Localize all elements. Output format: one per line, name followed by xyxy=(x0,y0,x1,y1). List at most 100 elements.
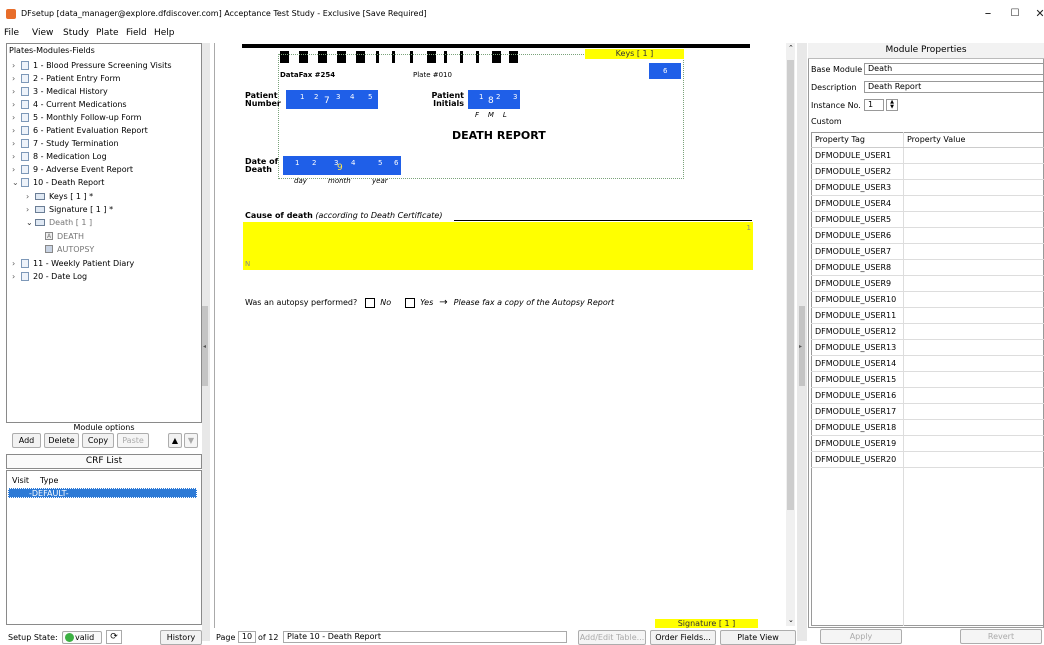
patient-number-field[interactable]: 1 2 7 3 4 5 xyxy=(286,90,378,109)
plate-name-field[interactable]: Plate 10 - Death Report xyxy=(283,631,567,643)
tree-field-autopsy[interactable]: AUTOPSY xyxy=(45,243,94,255)
chevron-down-icon[interactable]: ⌄ xyxy=(26,218,35,227)
chevron-right-icon[interactable]: › xyxy=(12,139,21,148)
delete-button[interactable]: Delete xyxy=(44,433,79,448)
instance-spinner[interactable]: ▲ ▼ xyxy=(886,99,898,111)
menu-view[interactable]: View xyxy=(32,28,53,38)
tree-plate-2[interactable]: › 2 - Patient Entry Form xyxy=(12,72,120,84)
close-button[interactable]: ✕ xyxy=(1030,7,1044,20)
chevron-right-icon[interactable]: › xyxy=(12,126,21,135)
chevron-right-icon[interactable]: › xyxy=(26,205,35,214)
property-row[interactable]: DFMODULE_USER8 xyxy=(811,260,1044,276)
property-row[interactable]: DFMODULE_USER6 xyxy=(811,228,1044,244)
history-button[interactable]: History xyxy=(160,630,202,645)
menu-field[interactable]: Field xyxy=(126,28,147,38)
tree-module-signature[interactable]: › Signature [ 1 ] * xyxy=(26,203,113,215)
tree-plate-11[interactable]: › 11 - Weekly Patient Diary xyxy=(12,257,134,269)
patient-initials-field[interactable]: 1 8 2 3 xyxy=(468,90,520,109)
add-button[interactable]: Add xyxy=(12,433,41,448)
canvas-scroll-thumb[interactable] xyxy=(787,60,794,510)
tree-plate-20[interactable]: › 20 - Date Log xyxy=(12,270,87,282)
valid-status[interactable]: valid xyxy=(62,631,102,644)
date-of-death-field[interactable]: 1 2 3 9 4 5 6 xyxy=(283,156,401,175)
property-row[interactable]: DFMODULE_USER16 xyxy=(811,388,1044,404)
page-number-input[interactable]: 10 xyxy=(238,631,256,643)
tree-plate-9[interactable]: › 9 - Adverse Event Report xyxy=(12,163,133,175)
chevron-down-icon[interactable]: ⌄ xyxy=(12,178,21,187)
property-row[interactable]: DFMODULE_USER14 xyxy=(811,356,1044,372)
tree-plate-8[interactable]: › 8 - Medication Log xyxy=(12,150,107,162)
plate-view-button[interactable]: Plate View xyxy=(720,630,796,645)
tree-field-death[interactable]: A DEATH xyxy=(45,230,84,242)
tree-module-keys[interactable]: › Keys [ 1 ] * xyxy=(26,190,93,202)
property-row[interactable]: DFMODULE_USER19 xyxy=(811,436,1044,452)
copy-button[interactable]: Copy xyxy=(82,433,114,448)
tree-plate-6[interactable]: › 6 - Patient Evaluation Report xyxy=(12,124,148,136)
property-row[interactable]: DFMODULE_USER10 xyxy=(811,292,1044,308)
collapse-left-icon[interactable]: ◂ xyxy=(203,343,206,350)
collapse-right-icon[interactable]: ▸ xyxy=(799,343,802,350)
tree-plate-4[interactable]: › 4 - Current Medications xyxy=(12,98,127,110)
revert-button[interactable]: Revert xyxy=(960,629,1042,644)
tree-plate-10[interactable]: ⌄ 10 - Death Report xyxy=(12,176,104,188)
property-row[interactable]: DFMODULE_USER18 xyxy=(811,420,1044,436)
chevron-right-icon[interactable]: › xyxy=(12,87,21,96)
minimize-button[interactable]: – xyxy=(978,6,998,21)
tree-module-label: Keys [ 1 ] * xyxy=(49,191,94,201)
cause-of-death-field[interactable]: 1 N xyxy=(243,222,753,270)
tree-plate-5[interactable]: › 5 - Monthly Follow-up Form xyxy=(12,111,141,123)
property-row[interactable]: DFMODULE_USER1 xyxy=(811,148,1044,164)
property-row[interactable]: DFMODULE_USER17 xyxy=(811,404,1044,420)
property-row[interactable]: DFMODULE_USER11 xyxy=(811,308,1044,324)
chevron-right-icon[interactable]: › xyxy=(26,192,35,201)
refresh-button[interactable]: ⟳ xyxy=(106,630,122,644)
chevron-right-icon[interactable]: › xyxy=(12,259,21,268)
chevron-right-icon[interactable]: › xyxy=(12,113,21,122)
add-edit-table-button[interactable]: Add/Edit Table... xyxy=(578,630,646,645)
move-down-button[interactable]: ▼ xyxy=(184,433,198,448)
menu-study[interactable]: Study xyxy=(63,28,89,38)
instance-field[interactable]: 1 xyxy=(864,99,884,111)
property-row[interactable]: DFMODULE_USER20 xyxy=(811,452,1044,468)
tree-module-death[interactable]: ⌄ Death [ 1 ] xyxy=(26,216,92,228)
property-row[interactable]: DFMODULE_USER12 xyxy=(811,324,1044,340)
menu-file[interactable]: File xyxy=(4,28,19,38)
no-checkbox[interactable] xyxy=(365,297,376,308)
signature-module-tag[interactable]: Signature [ 1 ] xyxy=(655,619,758,628)
property-row[interactable]: DFMODULE_USER13 xyxy=(811,340,1044,356)
property-row[interactable]: DFMODULE_USER2 xyxy=(811,164,1044,180)
scroll-up-icon[interactable]: ⌃ xyxy=(788,44,794,52)
tree-plate-1[interactable]: › 1 - Blood Pressure Screening Visits xyxy=(12,59,172,71)
property-row[interactable]: DFMODULE_USER5 xyxy=(811,212,1044,228)
property-row[interactable]: DFMODULE_USER9 xyxy=(811,276,1044,292)
tree-plate-3[interactable]: › 3 - Medical History xyxy=(12,85,108,97)
chevron-right-icon[interactable]: › xyxy=(12,74,21,83)
property-row[interactable]: DFMODULE_USER15 xyxy=(811,372,1044,388)
apply-button[interactable]: Apply xyxy=(820,629,902,644)
field-number: 7 xyxy=(324,96,330,106)
description-field[interactable]: Death Report xyxy=(864,81,1044,93)
chevron-right-icon[interactable]: › xyxy=(12,100,21,109)
chevron-right-icon[interactable]: › xyxy=(12,61,21,70)
chevron-right-icon[interactable]: › xyxy=(12,165,21,174)
crf-row-default[interactable]: -DEFAULT- xyxy=(8,488,197,498)
order-fields-button[interactable]: Order Fields... xyxy=(650,630,716,645)
menu-help[interactable]: Help xyxy=(154,28,175,38)
paste-button[interactable]: Paste xyxy=(117,433,149,448)
base-module-field[interactable]: Death xyxy=(864,63,1044,75)
keys-module-tag[interactable]: Keys [ 1 ] xyxy=(585,49,684,59)
property-row[interactable]: DFMODULE_USER7 xyxy=(811,244,1044,260)
scroll-down-icon[interactable]: ⌄ xyxy=(788,616,794,624)
tree-plate-7[interactable]: › 7 - Study Termination xyxy=(12,137,119,149)
menu-plate[interactable]: Plate xyxy=(96,28,119,38)
chevron-right-icon[interactable]: › xyxy=(12,152,21,161)
property-row[interactable]: DFMODULE_USER3 xyxy=(811,180,1044,196)
document-icon xyxy=(21,86,29,96)
maximize-button[interactable]: ☐ xyxy=(1005,8,1025,19)
plate-label: Plate #010 xyxy=(413,71,452,79)
plate-field[interactable]: 6 xyxy=(649,63,681,79)
property-row[interactable]: DFMODULE_USER4 xyxy=(811,196,1044,212)
chevron-right-icon[interactable]: › xyxy=(12,272,21,281)
yes-checkbox[interactable] xyxy=(405,297,416,308)
move-up-button[interactable]: ▲ xyxy=(168,433,182,448)
